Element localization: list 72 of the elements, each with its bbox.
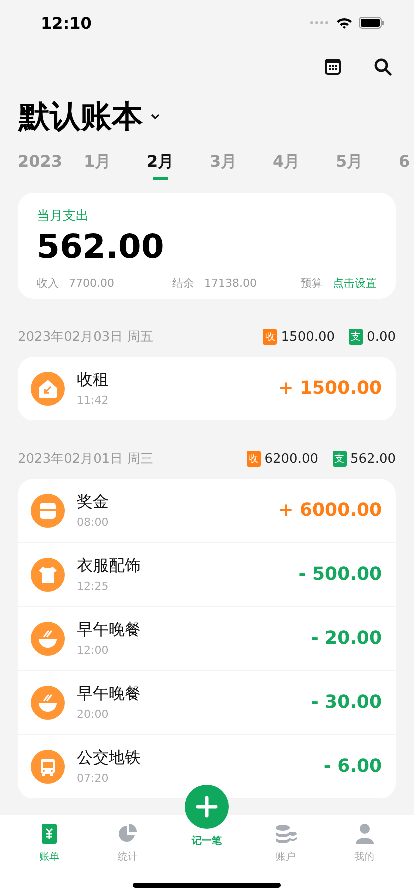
day-expense: 562.00	[350, 452, 396, 466]
transaction-time: 12:25	[77, 580, 110, 593]
day-expense: 0.00	[367, 330, 396, 344]
month-tab[interactable]: 1月	[84, 152, 112, 180]
transaction-time: 12:00	[77, 644, 110, 657]
income-tag: 收	[263, 329, 278, 345]
transaction-time: 08:00	[77, 516, 110, 529]
signal-icon	[310, 21, 330, 25]
tab-label: 记一笔	[192, 834, 222, 848]
calendar-icon[interactable]	[324, 58, 342, 76]
tab-item[interactable]: 我的	[334, 823, 395, 870]
summary-label: 当月支出	[37, 208, 90, 225]
expense-tag: 支	[332, 451, 346, 467]
tab-label: 账单	[39, 850, 60, 864]
category-name: 衣服配饰	[77, 556, 142, 577]
day-income: 1500.00	[281, 330, 336, 344]
transaction-row[interactable]: 衣服配饰 12:25 - 500.00	[18, 543, 396, 607]
shirt-icon	[31, 558, 65, 592]
bowl-icon	[31, 622, 65, 656]
category-name: 收租	[77, 370, 110, 391]
transaction-row[interactable]: 收租 11:42 + 1500.00	[18, 357, 396, 421]
category-name: 早午晚餐	[77, 620, 142, 641]
budget-set-link[interactable]: 点击设置	[333, 276, 377, 291]
day-income: 6200.00	[264, 452, 318, 466]
coins-icon	[274, 823, 298, 845]
income-label: 收入	[37, 276, 59, 291]
budget-label: 预算	[301, 276, 323, 291]
month-tab[interactable]: 5月	[336, 152, 364, 180]
transaction-row[interactable]: 奖金 08:00 + 6000.00	[18, 479, 396, 543]
house-icon	[31, 372, 65, 406]
tab-item[interactable]: 统计	[98, 823, 158, 870]
transaction-amount: - 500.00	[298, 564, 382, 585]
expense-tag: 支	[349, 329, 364, 345]
search-icon[interactable]	[374, 58, 392, 76]
transaction-amount: - 30.00	[311, 692, 382, 713]
month-tab[interactable]: 2月	[147, 152, 174, 180]
month-tab[interactable]: 6	[399, 152, 410, 178]
month-tab[interactable]: 3月	[210, 152, 238, 180]
transaction-amount: + 6000.00	[278, 500, 382, 521]
year-tab[interactable]: 2023	[18, 152, 63, 178]
caret-icon[interactable]	[151, 114, 160, 120]
tab-label: 我的	[354, 850, 375, 864]
transaction-amount: - 6.00	[324, 756, 382, 777]
bowl-icon	[31, 686, 65, 720]
wifi-icon	[336, 17, 353, 29]
category-name: 早午晚餐	[77, 684, 142, 705]
expense-total: 562.00	[37, 227, 166, 266]
transaction-amount: - 20.00	[311, 628, 382, 649]
day-date: 2023年02月01日 周三	[18, 451, 154, 468]
transaction-row[interactable]: 早午晚餐 12:00 - 20.00	[18, 607, 396, 671]
transaction-time: 11:42	[77, 394, 110, 407]
transaction-time: 20:00	[77, 708, 110, 721]
transaction-time: 07:20	[77, 772, 110, 785]
transaction-row[interactable]: 早午晚餐 20:00 - 30.00	[18, 671, 396, 735]
month-tab[interactable]: 4月	[273, 152, 300, 180]
book-title[interactable]: 默认账本	[19, 96, 143, 138]
tab-item[interactable]: 账单	[19, 823, 80, 870]
category-name: 奖金	[77, 492, 110, 513]
balance-label: 结余	[172, 276, 194, 291]
tab-label: 统计	[118, 850, 138, 864]
status-time: 12:10	[41, 14, 92, 32]
category-name: 公交地铁	[77, 748, 142, 769]
day-date: 2023年02月03日 周五	[18, 329, 154, 346]
income-tag: 收	[246, 451, 261, 467]
tab-item[interactable]: 账户	[256, 823, 316, 870]
transaction-amount: + 1500.00	[278, 378, 382, 399]
income-value: 7700.00	[69, 277, 114, 290]
balance-value: 17138.00	[204, 277, 257, 290]
bag-icon	[31, 494, 65, 528]
bus-icon	[31, 750, 65, 784]
battery-icon	[359, 17, 384, 29]
tab-label: 账户	[276, 850, 296, 864]
